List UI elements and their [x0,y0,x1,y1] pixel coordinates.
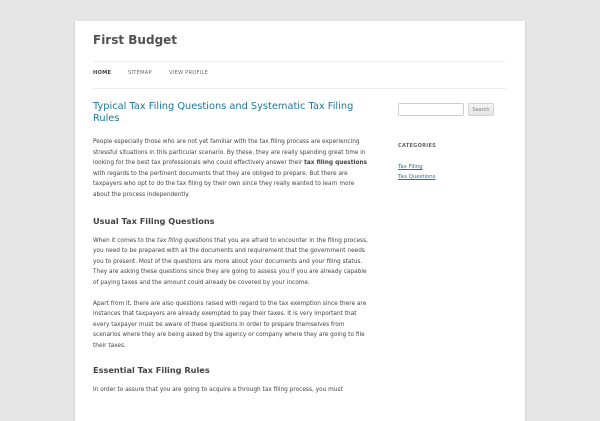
post-paragraph-3: Apart from it, there are also questions … [93,300,367,349]
search-form: Search [398,103,508,116]
category-item: Tax Questions [398,172,508,182]
category-link-tax-filing[interactable]: Tax Filing [398,164,423,170]
main-nav: HOME SITEMAP VIEW PROFILE [93,61,506,89]
paragraph-text: with regards to the pertinent documents … [93,170,355,198]
categories-list: Tax Filing Tax Questions [398,162,508,182]
categories-title: CATEGORIES [398,143,437,149]
sidebar: Search CATEGORIES Tax Filing Tax Questio… [398,103,508,182]
post-title[interactable]: Typical Tax Filing Questions and Systema… [93,101,369,125]
italic-phrase: tax filing questions [157,237,213,244]
post-paragraph-4: In order to assure that you are going to… [93,386,343,393]
paragraph-text: When it comes to the [93,237,158,244]
heading-usual-questions: Usual Tax Filing Questions [93,215,215,226]
nav-item-view-profile[interactable]: VIEW PROFILE [169,70,208,76]
post-paragraph-1: People especially those who are not yet … [93,137,369,201]
page-container: First Budget HOME SITEMAP VIEW PROFILE T… [75,21,525,421]
bold-phrase: tax filing questions [304,160,368,167]
search-button[interactable]: Search [468,103,494,116]
main-content: Typical Tax Filing Questions and Systema… [93,101,369,395]
category-item: Tax Filing [398,162,508,172]
nav-item-sitemap[interactable]: SITEMAP [128,70,152,76]
heading-essential-rules: Essential Tax Filing Rules [93,364,210,375]
search-input[interactable] [398,103,464,116]
category-link-tax-questions[interactable]: Tax Questions [398,174,436,180]
paragraph-text: that you are afraid to encounter in the … [93,237,368,286]
nav-item-home[interactable]: HOME [93,70,111,76]
post-paragraph-2: When it comes to the tax filing question… [93,236,369,289]
site-title[interactable]: First Budget [93,33,177,47]
